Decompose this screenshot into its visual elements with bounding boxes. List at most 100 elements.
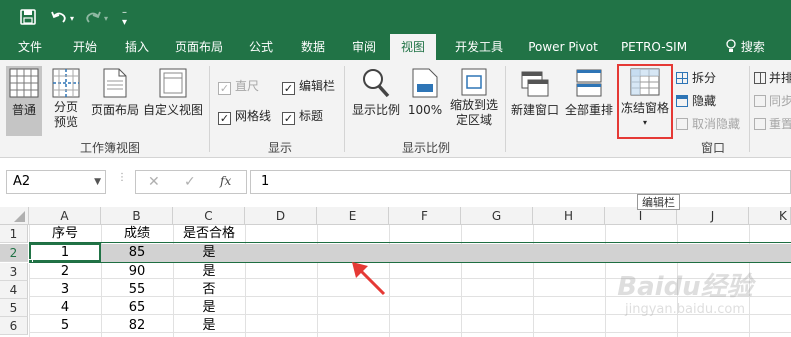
tab-home[interactable]: 开始 [68,34,102,60]
hide-label: 隐藏 [692,94,717,108]
tab-page-layout[interactable]: 页面布局 [170,34,228,60]
undo-icon[interactable] [50,8,68,26]
arrange-all-icon [575,68,603,98]
cell-c3[interactable]: 是 [173,263,245,281]
column-header-h[interactable]: H [533,207,605,225]
cell-a1[interactable]: 序号 [29,225,101,243]
reset-position-button: 重置 [754,116,791,132]
cell-c4[interactable]: 否 [173,281,245,299]
zoom-label: 显示比例 [351,103,400,117]
cell-a3[interactable]: 2 [29,263,101,281]
cell-b1[interactable]: 成绩 [101,225,173,243]
customize-qat-icon[interactable]: – ▾ [122,8,127,28]
cell-b4[interactable]: 55 [101,281,173,299]
row-header-4[interactable]: 4 [0,281,28,299]
tab-insert[interactable]: 插入 [120,34,154,60]
freeze-panes-icon [630,68,660,96]
tab-view[interactable]: 视图 [390,34,436,60]
cell-b2[interactable]: 85 [101,244,173,262]
zoom-to-selection-icon [461,68,487,96]
freeze-panes-button[interactable]: 冻结窗格 ▾ [617,64,673,139]
zoom-100-button[interactable]: 100% [406,66,444,136]
group-separator [344,66,345,152]
watermark-line2: jingyan.baidu.com [625,302,745,317]
formula-bar-checkbox[interactable]: ✓ 编辑栏 [282,78,335,95]
sync-scroll-button: 同步 [754,93,791,109]
page-break-preview-button[interactable]: 分页预览 [48,66,84,136]
row-header-6[interactable]: 6 [0,317,28,335]
column-header-f[interactable]: F [389,207,461,225]
column-header-b[interactable]: B [101,207,173,225]
column-header-k[interactable]: K [749,207,791,225]
hide-icon [676,95,688,107]
side-by-side-label: 并排 [769,71,791,85]
insert-function-icon[interactable]: fx [220,174,231,188]
side-by-side-button[interactable]: 并排 [754,70,791,86]
tab-formulas[interactable]: 公式 [244,34,278,60]
custom-views-button[interactable]: 自定义视图 [142,66,204,136]
workbook-views-group-label: 工作簿视图 [79,141,140,155]
title-bar: ▾ ▾ – ▾ [0,0,791,34]
cell-c1[interactable]: 是否合格 [173,225,245,243]
zoom-button[interactable]: 显示比例 [350,66,402,136]
cell-c5[interactable]: 是 [173,299,245,317]
select-all-corner[interactable] [0,207,29,225]
cell-a2[interactable]: 1 [29,244,101,262]
sync-scroll-icon [754,95,766,107]
normal-view-button[interactable]: 普通 [6,66,42,136]
column-header-j[interactable]: J [677,207,749,225]
zoom-to-selection-button[interactable]: 缩放到选定区域 [446,66,502,136]
row-header-1[interactable]: 1 [0,225,28,243]
row-header-2[interactable]: 2 [0,244,28,262]
row-header-5[interactable]: 5 [0,299,28,317]
column-header-g[interactable]: G [461,207,533,225]
tab-file[interactable]: 文件 [14,34,46,60]
column-header-c[interactable]: C [173,207,245,225]
reset-position-icon [754,118,766,130]
tab-data[interactable]: 数据 [296,34,330,60]
tab-review[interactable]: 审阅 [347,34,381,60]
cell-a5[interactable]: 4 [29,299,101,317]
tab-power-pivot[interactable]: Power Pivot [524,34,602,60]
cell-b3[interactable]: 90 [101,263,173,281]
watermark-line1: Baidu经验 [617,272,753,302]
save-icon[interactable] [20,9,36,25]
drag-handle-icon[interactable]: ⋮ [117,173,127,183]
cell-b6[interactable]: 82 [101,317,173,335]
cell-b5[interactable]: 65 [101,299,173,317]
custom-views-icon [159,68,187,98]
normal-view-icon [9,68,39,98]
cell-a6[interactable]: 5 [29,317,101,335]
column-header-e[interactable]: E [317,207,389,225]
cell-c6[interactable]: 是 [173,317,245,335]
group-separator [209,66,210,152]
tab-developer[interactable]: 开发工具 [450,34,508,60]
hide-button[interactable]: 隐藏 [676,93,716,109]
page-layout-view-button[interactable]: 页面布局 [88,66,142,136]
page-layout-view-label: 页面布局 [90,103,139,117]
formula-input[interactable]: 1 [250,170,791,194]
search-box[interactable]: 搜索 [716,34,774,60]
zoom-100-icon [412,68,438,98]
tab-petro-sim[interactable]: PETRO-SIM [618,34,690,60]
arrange-all-button[interactable]: 全部重排 [562,66,616,136]
chevron-down-icon[interactable]: ▼ [94,171,101,193]
gridlines-checkbox[interactable]: ✓ 网格线 [218,108,271,125]
headings-checkbox[interactable]: ✓ 标题 [282,108,323,125]
gridlines-label: 网格线 [235,109,272,123]
column-header-d[interactable]: D [245,207,317,225]
split-button[interactable]: 拆分 [676,70,716,86]
name-box[interactable]: A2 ▼ [6,170,106,194]
reset-position-label: 重置 [769,117,791,131]
formula-bar-label: 编辑栏 [299,79,336,93]
cell-c2[interactable]: 是 [173,244,245,262]
cell-a4[interactable]: 3 [29,281,101,299]
redo-dropdown-icon: ▾ [104,14,109,23]
split-label: 拆分 [692,71,717,85]
column-header-a[interactable]: A [29,207,101,225]
new-window-button[interactable]: 新建窗口 [508,66,562,136]
zoom-group-label: 显示比例 [401,141,450,155]
row-header-3[interactable]: 3 [0,263,28,281]
undo-dropdown-icon[interactable]: ▾ [70,14,74,23]
new-window-icon [520,68,550,98]
